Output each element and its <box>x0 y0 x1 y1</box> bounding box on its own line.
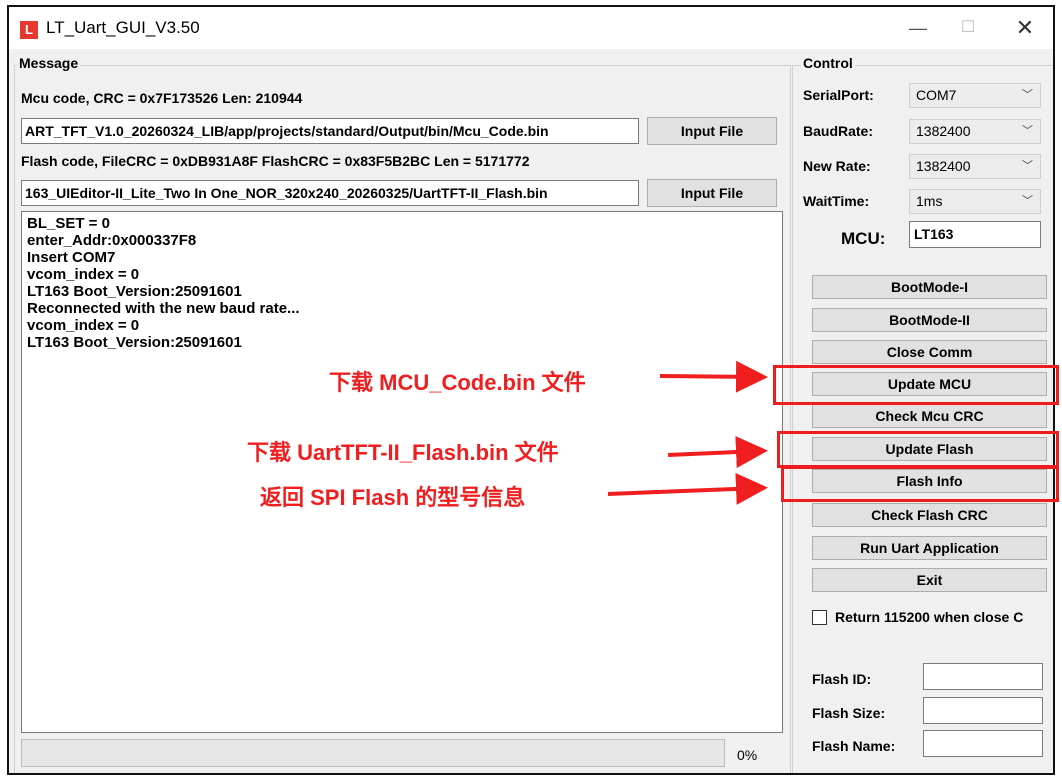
annotation-arrows <box>607 360 768 505</box>
arrow-to-flash-info <box>607 472 768 505</box>
arrow-to-update-flash <box>667 436 768 469</box>
arrow-to-update-mcu <box>659 360 768 393</box>
